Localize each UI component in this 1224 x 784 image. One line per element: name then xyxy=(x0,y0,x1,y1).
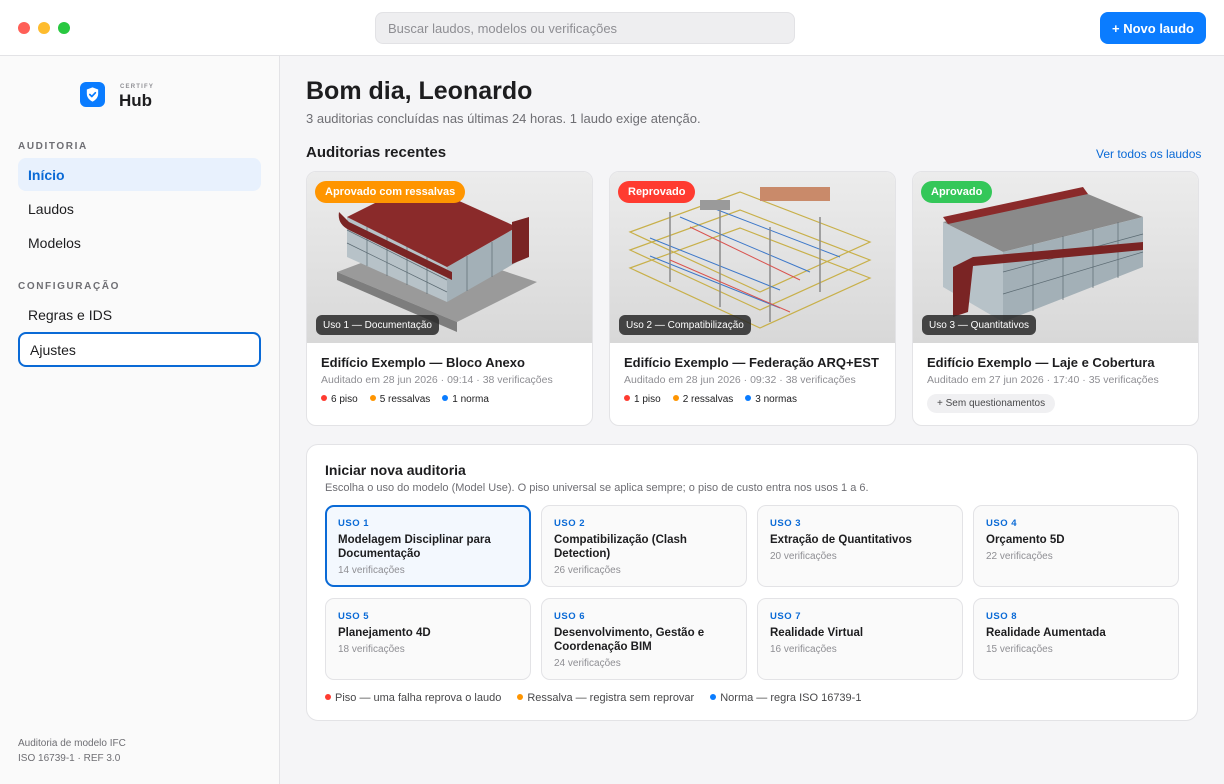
audit-card[interactable]: Aprovado com ressalvas Uso 1 — Documenta… xyxy=(306,171,593,426)
piso-stat: 6 piso xyxy=(321,394,358,405)
norma-dot-icon xyxy=(745,395,752,402)
model-use-count: 16 verificações xyxy=(770,644,837,655)
new-audit-subtitle: Escolha o uso do modelo (Model Use). O p… xyxy=(325,482,869,494)
page-title: Bom dia, Leonardo xyxy=(306,77,533,105)
page-subtitle: 3 auditorias concluídas nas últimas 24 h… xyxy=(306,111,701,126)
sidebar-item-inicio[interactable]: Início xyxy=(18,158,261,191)
model-use-code: USO 1 xyxy=(338,518,370,529)
card-title: Edifício Exemplo — Federação ARQ+EST xyxy=(624,355,879,370)
new-audit-panel: Iniciar nova auditoria Escolha o uso do … xyxy=(306,444,1198,721)
search-input[interactable] xyxy=(375,12,795,44)
model-use-name: Compatibilização (Clash Detection) xyxy=(554,534,687,560)
norma-stat: 1 norma xyxy=(442,394,489,405)
card-stats: 6 piso 5 ressalvas 1 norma xyxy=(321,394,489,405)
norma-dot-icon xyxy=(710,694,717,701)
piso-dot-icon xyxy=(325,694,331,701)
model-use-tag: Uso 1 — Documentação xyxy=(316,315,439,335)
ressalva-stat: 2 ressalvas xyxy=(672,394,733,405)
model-use-count: 24 verificações xyxy=(554,658,621,669)
severity-legend: Piso — uma falha reprova o laudo Ressalv… xyxy=(325,692,861,704)
ressalva-dot-icon xyxy=(672,395,679,402)
model-use-name: Orçamento 5D xyxy=(986,534,1065,546)
model-use-tile-2[interactable]: USO 2 Compatibilização (Clash Detection)… xyxy=(541,505,747,587)
model-use-code: USO 2 xyxy=(554,518,586,529)
card-meta: Auditado em 28 jun 2026 · 09:32 · 38 ver… xyxy=(624,374,856,386)
model-use-count: 22 verificações xyxy=(986,551,1053,562)
ressalva-dot-icon xyxy=(517,694,524,701)
sidebar-item-laudos[interactable]: Laudos xyxy=(18,192,261,225)
model-use-name: Modelagem Disciplinar para Documentação xyxy=(338,534,491,560)
model-use-name: Desenvolvimento, Gestão e Coordenação BI… xyxy=(554,627,705,653)
model-use-tile-8[interactable]: USO 8 Realidade Aumentada 15 verificaçõe… xyxy=(973,598,1179,680)
section-title-configuracao: CONFIGURAÇÃO xyxy=(18,281,120,292)
card-title: Edifício Exemplo — Laje e Cobertura xyxy=(927,355,1155,370)
legend-ressalva: Ressalva — registra sem reprovar xyxy=(517,692,694,704)
title-bar: + Novo laudo xyxy=(0,0,1224,56)
card-meta: Auditado em 27 jun 2026 · 17:40 · 35 ver… xyxy=(927,374,1159,386)
model-use-count: 14 verificações xyxy=(338,565,405,576)
model-use-name: Planejamento 4D xyxy=(338,627,431,639)
audit-card[interactable]: Aprovado Uso 3 — Quantitativos Edifício … xyxy=(912,171,1199,426)
card-meta: Auditado em 28 jun 2026 · 09:14 · 38 ver… xyxy=(321,374,553,386)
sidebar: CERTIFY Hub AUDITORIA Início Laudos Mode… xyxy=(0,56,280,784)
model-use-name: Realidade Virtual xyxy=(770,627,864,639)
model-use-code: USO 6 xyxy=(554,611,586,622)
legend-piso: Piso — uma falha reprova o laudo xyxy=(325,692,501,704)
status-badge: Aprovado xyxy=(921,181,993,203)
model-use-name: Extração de Quantitativos xyxy=(770,534,912,546)
sidebar-item-modelos[interactable]: Modelos xyxy=(18,226,261,259)
model-use-code: USO 8 xyxy=(986,611,1018,622)
see-all-reports-link[interactable]: Ver todos os laudos xyxy=(1096,147,1201,161)
close-window-button[interactable] xyxy=(18,22,30,34)
footer-line-1: Auditoria de modelo IFC xyxy=(18,738,126,749)
model-use-count: 18 verificações xyxy=(338,644,405,655)
model-use-tag: Uso 2 — Compatibilização xyxy=(619,315,751,335)
model-use-count: 15 verificações xyxy=(986,644,1053,655)
piso-stat: 1 piso xyxy=(624,394,661,405)
model-use-tile-3[interactable]: USO 3 Extração de Quantitativos 20 verif… xyxy=(757,505,963,587)
piso-dot-icon xyxy=(321,395,327,402)
sidebar-item-ajustes[interactable]: Ajustes xyxy=(18,332,261,367)
model-use-tag: Uso 3 — Quantitativos xyxy=(922,315,1037,335)
ressalva-stat: 5 ressalvas xyxy=(369,394,430,405)
sidebar-item-regras-ids[interactable]: Regras e IDS xyxy=(18,298,261,331)
minimize-window-button[interactable] xyxy=(38,22,50,34)
new-audit-title: Iniciar nova auditoria xyxy=(325,462,466,478)
model-use-name: Realidade Aumentada xyxy=(986,627,1106,639)
model-use-tile-7[interactable]: USO 7 Realidade Virtual 16 verificações xyxy=(757,598,963,680)
norma-stat: 3 normas xyxy=(745,394,797,405)
legend-norma: Norma — regra ISO 16739-1 xyxy=(710,692,861,704)
model-use-tile-5[interactable]: USO 5 Planejamento 4D 18 verificações xyxy=(325,598,531,680)
model-use-tile-4[interactable]: USO 4 Orçamento 5D 22 verificações xyxy=(973,505,1179,587)
recent-audits-title: Auditorias recentes xyxy=(306,144,447,161)
model-use-tile-1[interactable]: USO 1 Modelagem Disciplinar para Documen… xyxy=(325,505,531,587)
piso-dot-icon xyxy=(624,395,630,402)
card-title: Edifício Exemplo — Bloco Anexo xyxy=(321,355,525,370)
audit-card[interactable]: Reprovado Uso 2 — Compatibilização Edifí… xyxy=(609,171,896,426)
ressalva-dot-icon xyxy=(369,395,376,402)
no-issues-chip[interactable]: + Sem questionamentos xyxy=(927,394,1056,413)
brand-name: Hub xyxy=(119,91,153,110)
model-use-code: USO 5 xyxy=(338,611,370,622)
model-use-count: 20 verificações xyxy=(770,551,837,562)
shield-check-icon xyxy=(80,82,105,107)
new-report-button[interactable]: + Novo laudo xyxy=(1100,12,1206,44)
model-use-code: USO 7 xyxy=(770,611,802,622)
zoom-window-button[interactable] xyxy=(58,22,70,34)
brand-small: CERTIFY xyxy=(120,84,155,90)
model-use-code: USO 3 xyxy=(770,518,802,529)
status-badge: Reprovado xyxy=(618,181,696,203)
footer-line-2: ISO 16739-1 · REF 3.0 xyxy=(18,753,121,764)
model-use-tile-6[interactable]: USO 6 Desenvolvimento, Gestão e Coordena… xyxy=(541,598,747,680)
model-use-count: 26 verificações xyxy=(554,565,621,576)
norma-dot-icon xyxy=(442,395,449,402)
model-use-code: USO 4 xyxy=(986,518,1018,529)
status-badge: Aprovado com ressalvas xyxy=(315,181,466,203)
card-stats: 1 piso 2 ressalvas 3 normas xyxy=(624,394,797,405)
section-title-auditoria: AUDITORIA xyxy=(18,141,88,152)
